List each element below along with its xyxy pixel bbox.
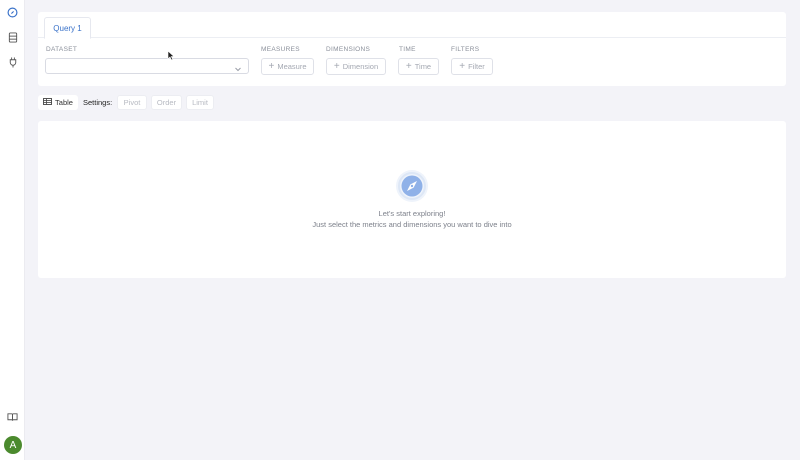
tab-query-1[interactable]: Query 1 bbox=[44, 17, 91, 39]
table-view-button[interactable]: Table bbox=[38, 95, 78, 110]
compass-icon bbox=[395, 169, 429, 203]
add-dimension-button[interactable]: + Dimension bbox=[326, 58, 386, 75]
avatar-initial: A bbox=[9, 439, 17, 451]
pivot-button[interactable]: Pivot bbox=[117, 95, 147, 110]
empty-state-title: Let's start exploring! bbox=[378, 209, 446, 218]
database-icon[interactable] bbox=[6, 31, 19, 44]
time-label: TIME bbox=[399, 46, 416, 53]
dataset-label: DATASET bbox=[46, 46, 78, 53]
order-label: Order bbox=[156, 98, 177, 107]
time-button-label: Time bbox=[414, 62, 432, 71]
measure-button-label: Measure bbox=[277, 62, 307, 71]
dimensions-label: DIMENSIONS bbox=[326, 46, 371, 53]
filter-button-label: Filter bbox=[468, 62, 485, 71]
table-icon bbox=[43, 98, 52, 107]
pivot-label: Pivot bbox=[123, 98, 141, 107]
filters-label: FILTERS bbox=[451, 46, 480, 53]
book-icon[interactable] bbox=[6, 410, 19, 423]
add-time-button[interactable]: + Time bbox=[398, 58, 439, 75]
add-measure-button[interactable]: + Measure bbox=[261, 58, 314, 75]
chevron-down-icon bbox=[233, 61, 243, 72]
compass-icon[interactable] bbox=[6, 6, 19, 19]
dimension-button-label: Dimension bbox=[342, 62, 379, 71]
query-panel: Query 1 DATASET MEASURES + Measure DIMEN… bbox=[38, 12, 786, 86]
settings-label: Settings: bbox=[83, 98, 113, 107]
add-filter-button[interactable]: + Filter bbox=[451, 58, 493, 75]
plus-icon: + bbox=[405, 60, 412, 72]
dataset-select[interactable] bbox=[45, 58, 249, 74]
tab-label: Query 1 bbox=[53, 23, 82, 33]
plus-icon: + bbox=[333, 60, 340, 72]
mouse-cursor-icon bbox=[167, 48, 175, 61]
table-view-label: Table bbox=[55, 98, 73, 107]
order-button[interactable]: Order bbox=[151, 95, 182, 110]
results-panel: Let's start exploring! Just select the m… bbox=[38, 121, 786, 278]
sidebar: A bbox=[0, 0, 25, 460]
plug-icon[interactable] bbox=[6, 56, 19, 69]
limit-label: Limit bbox=[192, 98, 208, 107]
tab-strip: Query 1 bbox=[38, 12, 786, 39]
avatar[interactable]: A bbox=[4, 436, 22, 454]
plus-icon: + bbox=[268, 60, 275, 72]
limit-button[interactable]: Limit bbox=[186, 95, 214, 110]
plus-icon: + bbox=[459, 60, 466, 72]
empty-state-subtitle: Just select the metrics and dimensions y… bbox=[312, 220, 512, 229]
measures-label: MEASURES bbox=[261, 46, 300, 53]
